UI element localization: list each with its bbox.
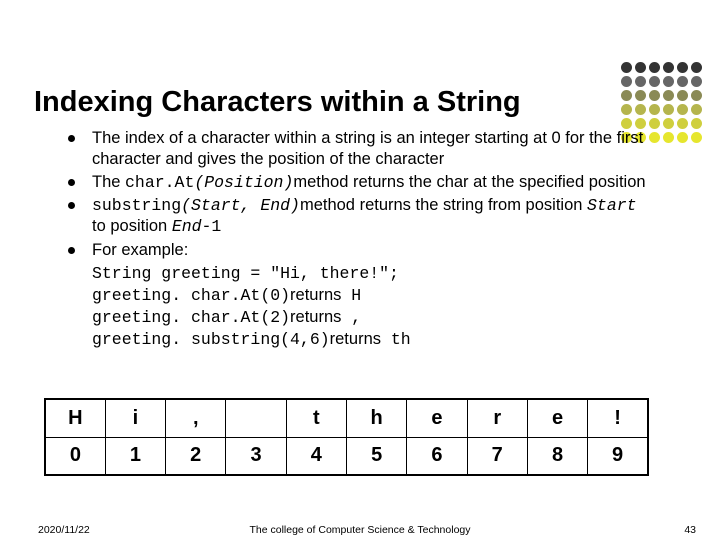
bullet-1: The index of a character within a string… xyxy=(62,128,652,170)
bullet-3: substring(Start, End)method returns the … xyxy=(62,195,652,237)
slide-body: The index of a character within a string… xyxy=(62,128,652,351)
table-cell: h xyxy=(346,399,406,437)
slide-title: Indexing Characters within a String xyxy=(34,86,521,119)
index-table: H i , t h e r e ! 0 1 2 3 4 5 6 7 8 9 xyxy=(44,398,649,476)
table-cell: , xyxy=(166,399,226,437)
table-cell: 8 xyxy=(527,437,587,475)
table-cell: 4 xyxy=(286,437,346,475)
footer-page-number: 43 xyxy=(684,524,696,536)
table-cell: 0 xyxy=(45,437,105,475)
table-cell: r xyxy=(467,399,527,437)
table-cell: H xyxy=(45,399,105,437)
table-cell: 9 xyxy=(588,437,648,475)
table-cell: i xyxy=(105,399,165,437)
example-code: String greeting = "Hi, there!"; greeting… xyxy=(62,263,652,350)
bullet-4: For example: xyxy=(62,240,652,261)
table-cell: 1 xyxy=(105,437,165,475)
table-cell: ! xyxy=(588,399,648,437)
table-cell xyxy=(226,399,286,437)
table-cell: 6 xyxy=(407,437,467,475)
table-cell: 3 xyxy=(226,437,286,475)
table-cell: t xyxy=(286,399,346,437)
bullet-2: The char.At(Position)method returns the … xyxy=(62,172,652,193)
footer-center: The college of Computer Science & Techno… xyxy=(0,524,720,536)
table-cell: 5 xyxy=(346,437,406,475)
table-cell: e xyxy=(527,399,587,437)
table-cell: 7 xyxy=(467,437,527,475)
table-cell: 2 xyxy=(166,437,226,475)
table-cell: e xyxy=(407,399,467,437)
